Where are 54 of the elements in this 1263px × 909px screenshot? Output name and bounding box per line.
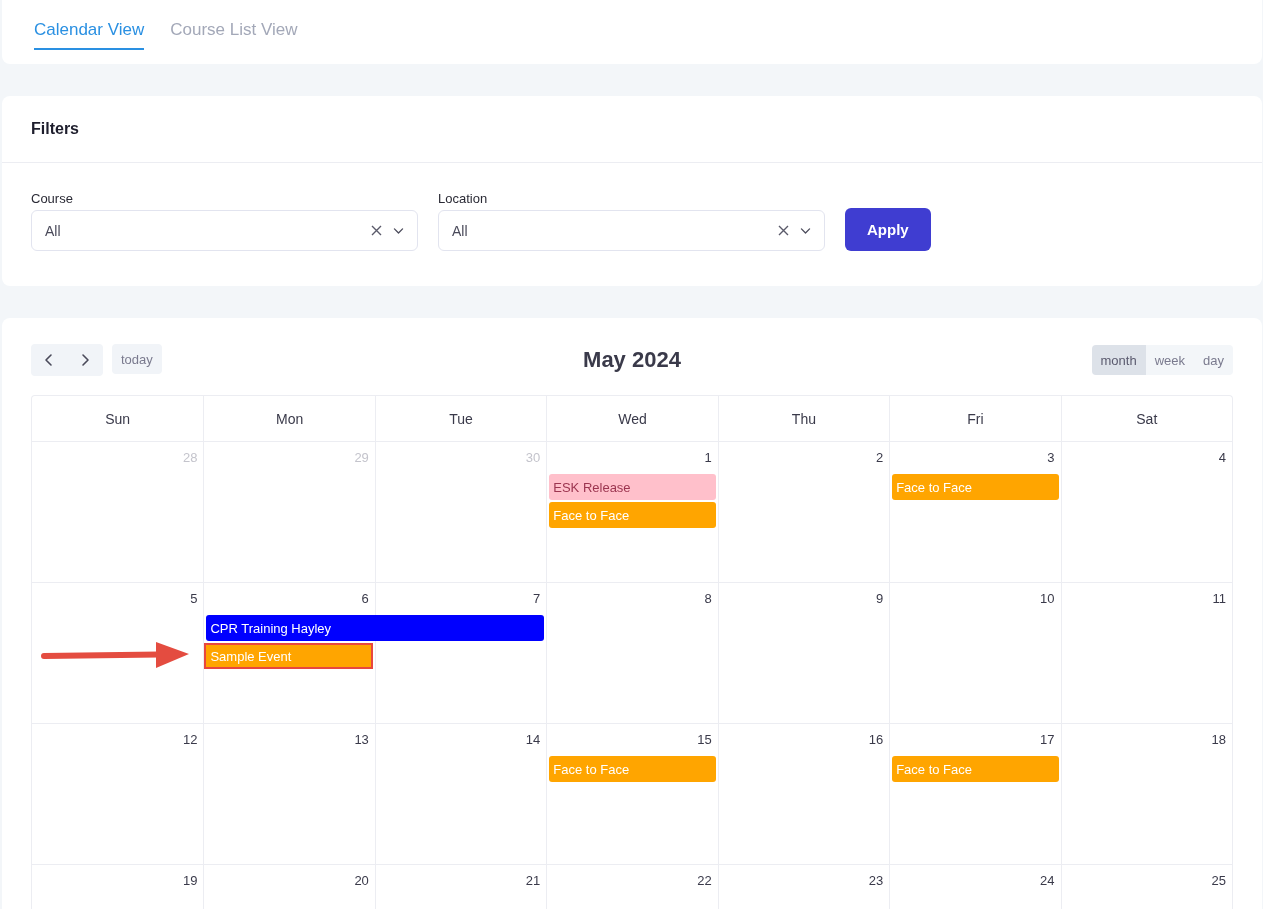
next-button[interactable] (67, 344, 103, 376)
day-number: 13 (354, 731, 370, 747)
day-number: 12 (182, 731, 199, 747)
day-number: 23 (868, 872, 885, 888)
day-number: 2 (875, 449, 885, 465)
filters-title: Filters (31, 120, 80, 138)
select-field[interactable]: All (438, 210, 825, 251)
clear-icon[interactable] (778, 225, 789, 236)
weekday-header: Fri (889, 396, 1061, 442)
day-number: 9 (875, 590, 885, 606)
day-number: 7 (533, 590, 542, 606)
view-tab[interactable]: Calendar View (34, 18, 145, 50)
day-number: 17 (1040, 731, 1056, 747)
day-number: 8 (704, 590, 713, 606)
day-number: 16 (868, 731, 885, 747)
day-number: 29 (354, 449, 370, 465)
day-number: 28 (182, 449, 199, 465)
calendar-event[interactable]: CPR Training Hayley (206, 615, 545, 641)
day-number: 21 (525, 872, 542, 888)
previous-button[interactable] (31, 344, 67, 376)
view-button[interactable]: week (1145, 345, 1195, 375)
day-number: 11 (1212, 590, 1227, 606)
weekday-header: Mon (203, 396, 375, 442)
apply-button[interactable]: Apply (845, 208, 931, 251)
day-number: 18 (1211, 731, 1227, 747)
day-number: 22 (697, 872, 713, 888)
day-number: 10 (1040, 590, 1056, 606)
view-button[interactable]: day (1194, 345, 1233, 375)
day-number: 20 (354, 872, 370, 888)
month-title: May 2024 (583, 347, 681, 373)
day-number: 4 (1218, 449, 1227, 465)
weekday-header: Tue (374, 396, 547, 442)
day-number: 25 (1211, 872, 1227, 888)
field-label: Location (438, 191, 489, 206)
day-number: 24 (1040, 872, 1056, 888)
today-button[interactable]: today (112, 344, 162, 374)
select-field[interactable]: All (31, 210, 418, 251)
day-number: 5 (190, 590, 199, 606)
weekday-header: Sat (1060, 396, 1232, 442)
weekday-header: Wed (546, 396, 718, 442)
day-number: 3 (1047, 449, 1056, 465)
day-number: 30 (525, 449, 542, 465)
day-number: 19 (182, 872, 199, 888)
day-number: 15 (697, 731, 713, 747)
clear-icon[interactable] (371, 225, 382, 236)
view-button[interactable]: month (1091, 345, 1146, 375)
view-tab[interactable]: Course List View (170, 18, 298, 50)
weekday-header: Sun (32, 396, 204, 442)
field-label: Course (31, 191, 74, 206)
calendar-event[interactable]: ESK Release (549, 474, 716, 500)
weekday-header: Thu (717, 396, 890, 442)
day-number: 6 (361, 590, 370, 606)
day-number: 14 (525, 731, 542, 747)
day-number: 1 (704, 449, 713, 465)
